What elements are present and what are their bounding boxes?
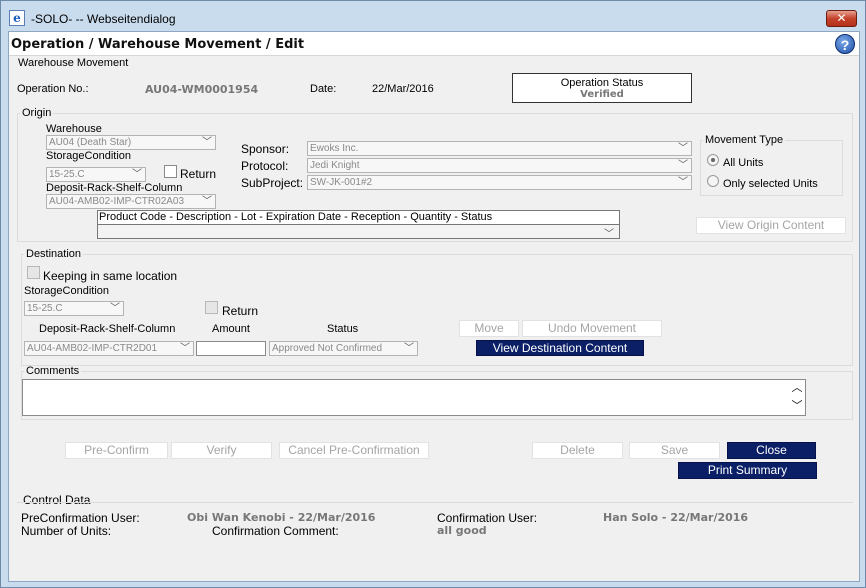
undo-movement-button[interactable]: Undo Movement [522,320,662,337]
dest-storage-value: 15-25.C [27,303,63,314]
delete-button[interactable]: Delete [532,442,623,459]
dest-storage-select[interactable]: 15-25.C ﹀ [24,301,124,316]
origin-storage-label: StorageCondition [46,150,132,162]
dest-storage-label: StorageCondition [24,285,110,297]
chevron-down-icon: ﹀ [202,196,212,207]
operation-no-label: Operation No.: [17,83,89,95]
control-data-divider [17,502,853,503]
page-title: Operation / Warehouse Movement / Edit [11,37,305,52]
sponsor-select[interactable]: Ewoks Inc. ﹀ [307,141,692,156]
destination-legend: Destination [26,248,82,260]
preconfirmation-user-label: PreConfirmation User: [21,511,140,525]
chevron-down-icon: ﹀ [678,143,688,154]
control-data-legend: Control Data [23,493,91,507]
selected-units-label: Only selected Units [723,178,818,190]
dest-deposit-value: AU04-AMB02-IMP-CTR2D01 [27,343,158,354]
chevron-down-icon: ﹀ [132,169,142,180]
origin-storage-value: 15-25.C [49,169,85,180]
confirmation-comment-label: Confirmation Comment: [212,524,339,538]
verify-button[interactable]: Verify [171,442,272,459]
dest-deposit-select[interactable]: AU04-AMB02-IMP-CTR2D01 ﹀ [24,341,194,356]
chevron-down-icon: ﹀ [678,160,688,171]
scroll-up-icon[interactable]: ︿ [790,381,804,395]
dest-return-label: Return [222,304,259,318]
confirmation-user-label: Confirmation User: [437,511,538,525]
pre-confirm-button[interactable]: Pre-Confirm [65,442,168,459]
comments-textarea[interactable] [22,379,806,416]
selected-units-radio[interactable] [707,175,719,187]
dest-deposit-label: Deposit-Rack-Shelf-Column [39,323,176,335]
keeping-same-location-label: Keeping in same location [43,269,178,283]
window-title: -SOLO- -- Webseitendialog [31,12,176,26]
save-button[interactable]: Save [629,442,720,459]
chevron-down-icon: ﹀ [202,137,212,148]
close-button[interactable]: Close [727,442,816,459]
origin-return-label: Return [180,167,217,181]
sponsor-value: Ewoks Inc. [310,143,359,154]
number-of-units-label: Number of Units: [21,524,112,538]
operation-no-value: AU04-WM0001954 [145,83,259,96]
cancel-pre-confirmation-button[interactable]: Cancel Pre-Confirmation [279,442,429,459]
print-summary-button[interactable]: Print Summary [678,462,817,479]
protocol-label: Protocol: [241,159,289,173]
dialog-window: e -SOLO- -- Webseitendialog ✕ Operation … [0,0,866,588]
confirmation-user-value: Han Solo - 22/Mar/2016 [603,511,749,524]
scroll-down-icon[interactable]: ﹀ [790,399,804,413]
title-bar: e -SOLO- -- Webseitendialog ✕ [1,1,866,31]
subproject-label: SubProject: [241,176,304,190]
origin-deposit-select[interactable]: AU04-AMB02-IMP-CTR02A03 ﹀ [46,194,216,209]
confirmation-comment-value: all good [437,524,487,537]
dialog-content: Operation / Warehouse Movement / Edit ? … [8,31,860,582]
status-value: Approved Not Confirmed [272,343,383,354]
page-header: Operation / Warehouse Movement / Edit ? [9,32,859,56]
origin-deposit-label: Deposit-Rack-Shelf-Column [46,182,183,194]
warehouse-value: AU04 (Death Star) [49,137,132,148]
help-icon[interactable]: ? [835,34,855,54]
origin-legend: Origin [22,107,52,119]
comments-legend: Comments [26,365,80,377]
status-label: Status [327,323,359,335]
window-close-button[interactable]: ✕ [826,10,857,27]
product-list-header: Product Code - Description - Lot - Expir… [98,211,619,225]
chevron-down-icon: ﹀ [404,343,414,354]
section-title: Warehouse Movement [18,57,129,69]
chevron-down-icon: ﹀ [604,229,614,240]
date-value: 22/Mar/2016 [372,83,434,95]
protocol-value: Jedi Knight [310,160,360,171]
operation-status-value: Verified [580,89,624,100]
origin-storage-select[interactable]: 15-25.C ﹀ [46,167,146,182]
operation-status-box: Operation Status Verified [512,73,692,103]
sponsor-label: Sponsor: [241,142,290,156]
keeping-same-location-checkbox[interactable] [27,266,40,279]
amount-input[interactable] [196,341,266,356]
all-units-radio[interactable] [707,154,719,166]
origin-deposit-value: AU04-AMB02-IMP-CTR02A03 [49,196,185,207]
chevron-down-icon: ﹀ [110,303,120,314]
view-destination-content-button[interactable]: View Destination Content [476,340,644,356]
all-units-label: All Units [723,157,764,169]
warehouse-label: Warehouse [46,123,102,135]
chevron-down-icon: ﹀ [678,177,688,188]
product-listbox[interactable]: Product Code - Description - Lot - Expir… [97,210,620,240]
origin-return-checkbox[interactable] [164,165,177,178]
subproject-value: SW-JK-001#2 [310,177,373,188]
operation-status-label: Operation Status [560,77,644,89]
dest-return-checkbox[interactable] [205,301,218,314]
amount-label: Amount [212,323,250,335]
chevron-down-icon: ﹀ [180,343,190,354]
move-button[interactable]: Move [459,320,519,337]
view-origin-content-button[interactable]: View Origin Content [696,217,846,234]
movement-type-legend: Movement Type [705,134,784,146]
subproject-select[interactable]: SW-JK-001#2 ﹀ [307,175,692,190]
warehouse-select[interactable]: AU04 (Death Star) ﹀ [46,135,216,150]
status-select[interactable]: Approved Not Confirmed ﹀ [269,341,418,356]
ie-app-icon: e [9,10,25,26]
preconfirmation-user-value: Obi Wan Kenobi - 22/Mar/2016 [187,511,376,524]
protocol-select[interactable]: Jedi Knight ﹀ [307,158,692,173]
date-label: Date: [310,83,337,95]
